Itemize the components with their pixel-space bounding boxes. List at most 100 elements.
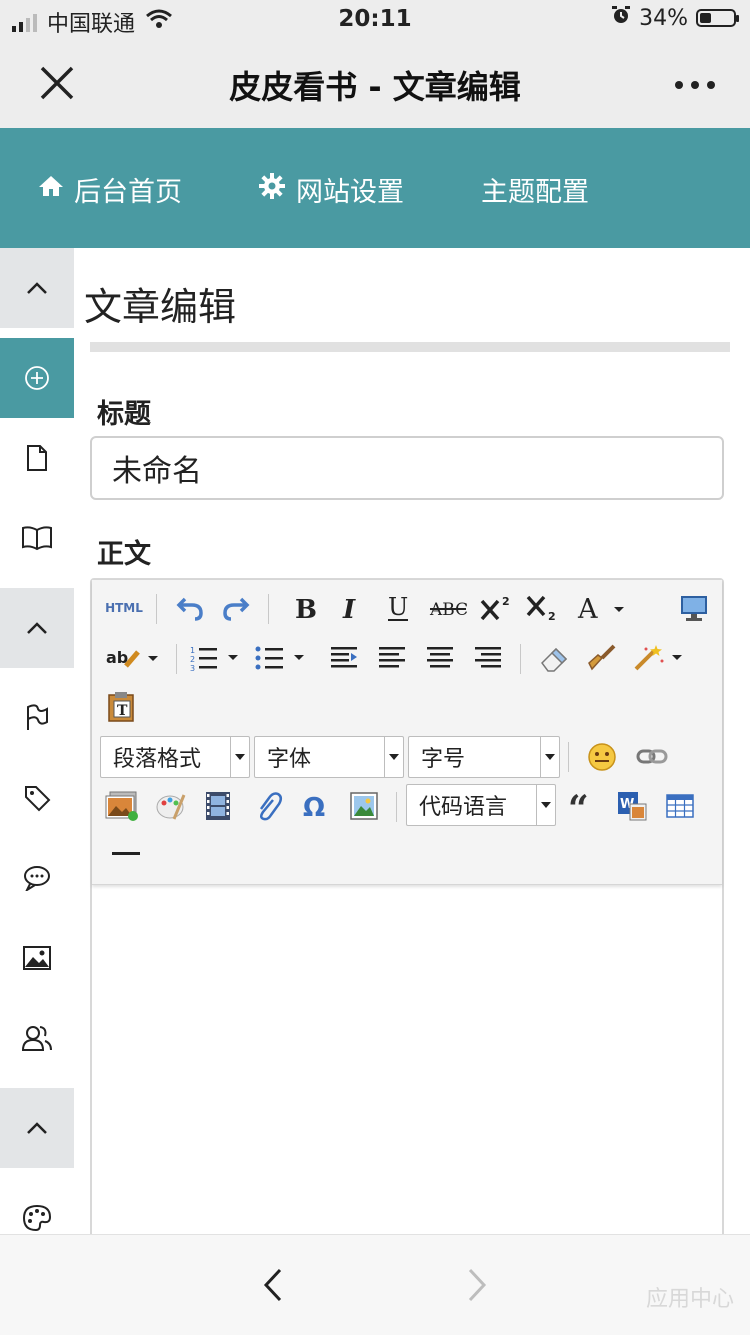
align-right-button[interactable] bbox=[468, 638, 508, 678]
nav-item-theme[interactable]: 主题配置 bbox=[481, 170, 589, 209]
font-color-icon: A bbox=[577, 594, 624, 623]
omega-icon: Ω bbox=[303, 793, 325, 821]
title-label: 标题 bbox=[97, 399, 151, 430]
insert-table-button[interactable] bbox=[660, 786, 700, 826]
emoji-button[interactable] bbox=[582, 737, 622, 777]
paste-text-button[interactable]: T bbox=[102, 686, 142, 726]
blockquote-button[interactable]: “ bbox=[564, 786, 604, 826]
ordered-list-icon: 123 bbox=[190, 646, 238, 673]
more-button[interactable] bbox=[670, 70, 720, 100]
sidebar-item-chat[interactable] bbox=[0, 838, 74, 918]
dot-icon bbox=[691, 81, 699, 89]
sidebar-collapse-button[interactable] bbox=[0, 1088, 74, 1168]
chevron-left-icon bbox=[263, 1268, 282, 1302]
italic-button[interactable]: I bbox=[330, 588, 370, 628]
chevron-up-icon bbox=[27, 282, 47, 294]
attachment-button[interactable] bbox=[248, 786, 288, 826]
svg-text:I: I bbox=[342, 595, 356, 622]
battery-percent: 34% bbox=[639, 5, 688, 31]
sidebar-collapse-button[interactable] bbox=[0, 248, 74, 328]
nav-item-settings[interactable]: 网站设置 bbox=[258, 170, 404, 209]
subscript-button[interactable]: 2 bbox=[522, 588, 562, 628]
ordered-list-button[interactable]: 123 bbox=[186, 638, 244, 678]
editor-content-area[interactable] bbox=[92, 886, 722, 1246]
tag-icon bbox=[25, 786, 51, 812]
palette-icon bbox=[22, 1204, 52, 1232]
dropdown-arrow-icon bbox=[536, 785, 555, 825]
battery-icon bbox=[696, 9, 739, 27]
spellcheck-button[interactable]: ab bbox=[102, 638, 160, 678]
svg-text:2: 2 bbox=[502, 595, 510, 608]
bold-button[interactable]: B bbox=[284, 588, 324, 628]
align-center-icon bbox=[427, 647, 453, 668]
paste-text-icon: T bbox=[108, 692, 134, 722]
sidebar-item-image[interactable] bbox=[0, 918, 74, 998]
scrawl-button[interactable] bbox=[150, 786, 190, 826]
magic-wand-icon bbox=[634, 645, 682, 671]
font-size-select[interactable]: 字号 bbox=[408, 736, 560, 778]
code-language-select[interactable]: 代码语言 bbox=[406, 784, 556, 826]
font-color-button[interactable]: A bbox=[572, 588, 630, 628]
sidebar-item-document[interactable] bbox=[0, 418, 74, 498]
add-circle-icon bbox=[25, 366, 49, 390]
back-button[interactable] bbox=[258, 1267, 292, 1303]
sidebar-collapse-button[interactable] bbox=[0, 588, 74, 668]
film-icon bbox=[206, 792, 230, 820]
align-center-button[interactable] bbox=[420, 638, 460, 678]
superscript-button[interactable]: 2 bbox=[476, 588, 516, 628]
image-icon bbox=[23, 946, 51, 970]
insert-video-button[interactable] bbox=[198, 786, 238, 826]
font-family-select[interactable]: 字体 bbox=[254, 736, 404, 778]
body-label: 正文 bbox=[97, 539, 151, 570]
sidebar bbox=[0, 248, 74, 1234]
strikethrough-button[interactable]: ABC bbox=[426, 588, 470, 628]
svg-text:2: 2 bbox=[548, 610, 556, 623]
undo-button[interactable] bbox=[170, 588, 210, 628]
horizontal-rule-icon bbox=[112, 852, 140, 855]
html-source-button[interactable]: HTML bbox=[98, 588, 150, 628]
svg-text:B: B bbox=[295, 595, 316, 622]
dot-icon bbox=[707, 81, 715, 89]
sidebar-item-flag[interactable] bbox=[0, 678, 74, 758]
svg-text:T: T bbox=[117, 703, 128, 719]
indent-icon bbox=[331, 647, 357, 668]
svg-text:2: 2 bbox=[190, 655, 195, 664]
unordered-list-button[interactable] bbox=[252, 638, 310, 678]
svg-text:Ω: Ω bbox=[303, 793, 325, 821]
top-nav: 后台首页 网站设置 主题配置 bbox=[0, 128, 750, 248]
align-left-button[interactable] bbox=[372, 638, 412, 678]
paste-word-button[interactable]: W bbox=[612, 786, 652, 826]
redo-button[interactable] bbox=[216, 588, 256, 628]
paperclip-icon bbox=[259, 792, 282, 821]
sidebar-item-book[interactable] bbox=[0, 498, 74, 578]
sidebar-item-users[interactable] bbox=[0, 998, 74, 1078]
status-bar: 中国联通 20:11 34% bbox=[0, 0, 750, 40]
special-chars-button[interactable]: Ω bbox=[296, 786, 336, 826]
underline-icon: U bbox=[388, 593, 408, 621]
svg-text:3: 3 bbox=[190, 664, 195, 673]
sidebar-item-tag[interactable] bbox=[0, 758, 74, 838]
preview-button[interactable] bbox=[674, 588, 714, 628]
title-input[interactable] bbox=[90, 436, 724, 500]
gallery-icon bbox=[105, 791, 138, 821]
document-icon bbox=[27, 445, 47, 471]
magic-wand-button[interactable] bbox=[630, 638, 688, 678]
sidebar-item-add[interactable] bbox=[0, 338, 74, 418]
redo-icon bbox=[223, 597, 250, 621]
insert-image-button[interactable] bbox=[344, 786, 384, 826]
paragraph-format-select[interactable]: 段落格式 bbox=[100, 736, 250, 778]
unordered-list-icon bbox=[255, 646, 304, 670]
nav-item-home[interactable]: 后台首页 bbox=[38, 170, 182, 209]
eraser-button[interactable] bbox=[534, 638, 574, 678]
book-icon bbox=[22, 526, 52, 551]
align-left-icon bbox=[379, 647, 405, 668]
eraser-icon bbox=[541, 647, 568, 672]
format-painter-button[interactable] bbox=[582, 638, 622, 678]
forward-button[interactable] bbox=[460, 1267, 494, 1303]
link-button[interactable] bbox=[632, 737, 672, 777]
svg-text:A: A bbox=[577, 594, 598, 623]
horizontal-rule-button[interactable] bbox=[106, 834, 146, 874]
indent-button[interactable] bbox=[324, 638, 364, 678]
underline-button[interactable]: U bbox=[378, 588, 418, 628]
image-gallery-button[interactable] bbox=[102, 786, 142, 826]
